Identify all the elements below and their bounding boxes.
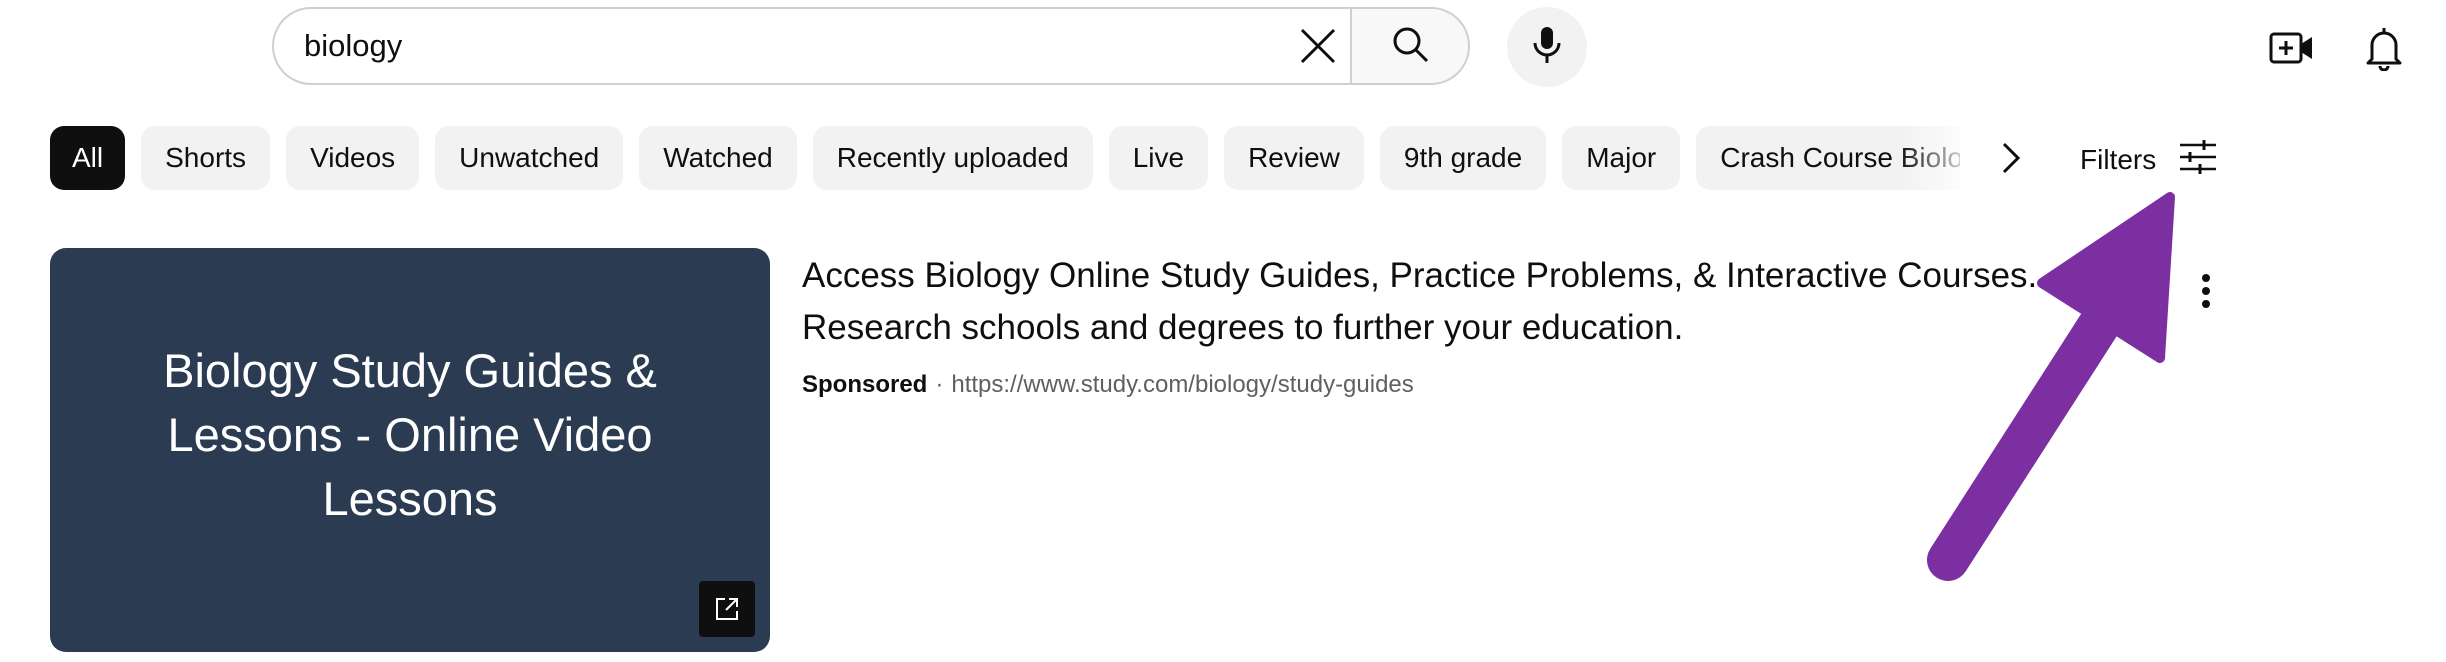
chip-unwatched[interactable]: Unwatched: [435, 126, 624, 190]
chip-shorts[interactable]: Shorts: [141, 126, 271, 190]
ad-title[interactable]: Access Biology Online Study Guides, Prac…: [802, 250, 2082, 354]
chip-watched[interactable]: Watched: [639, 126, 797, 190]
chip-live[interactable]: Live: [1108, 126, 1209, 190]
ad-url[interactable]: https://www.study.com/biology/study-guid…: [951, 371, 1413, 398]
chip-videos[interactable]: Videos: [286, 126, 420, 190]
microphone-icon: [1530, 25, 1564, 70]
chip-fade-overlay: [1900, 120, 1990, 196]
bell-icon[interactable]: [2354, 18, 2414, 78]
meta-separator: ·: [935, 371, 944, 398]
chip-major[interactable]: Major: [1562, 126, 1681, 190]
voice-search-button[interactable]: [1507, 7, 1587, 87]
more-vertical-icon[interactable]: [2188, 266, 2224, 316]
sponsored-label: Sponsored: [802, 371, 928, 398]
filters-label: Filters: [2080, 144, 2157, 175]
ad-meta: Sponsored · https://www.study.com/biology/…: [802, 371, 1414, 399]
create-video-icon[interactable]: [2262, 18, 2322, 78]
close-icon[interactable]: [1291, 19, 1345, 73]
chevron-right-icon[interactable]: [1982, 130, 2038, 186]
chip-recently-uploaded[interactable]: Recently uploaded: [812, 126, 1093, 190]
search-input[interactable]: [304, 9, 1204, 83]
chip-all[interactable]: All: [50, 126, 126, 190]
ad-thumbnail[interactable]: Biology Study Guides & Lessons - Online …: [50, 248, 770, 652]
external-link-icon[interactable]: [699, 581, 755, 637]
filter-chip-bar: All Shorts Videos Unwatched Watched Recently …: [50, 126, 1960, 190]
filters-button[interactable]: Filters: [2080, 130, 2218, 190]
ad-thumbnail-text: Biology Study Guides & Lessons - Online …: [163, 344, 657, 525]
chip-review[interactable]: Review: [1224, 126, 1364, 190]
sliders-icon: [2178, 137, 2218, 184]
search-box[interactable]: [272, 7, 1352, 85]
search-button[interactable]: [1350, 7, 1470, 85]
search-icon: [1390, 24, 1430, 69]
chip-9th-grade[interactable]: 9th grade: [1379, 126, 1547, 190]
